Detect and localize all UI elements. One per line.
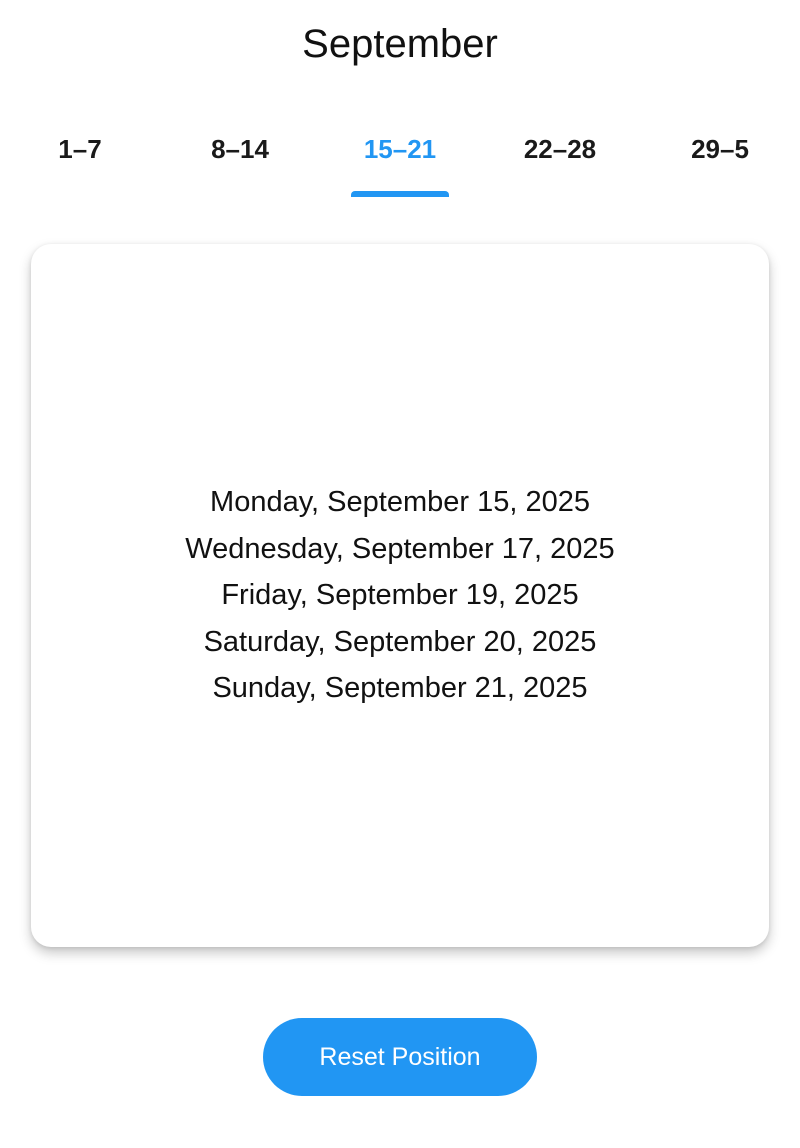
tab-label: 1–7 [58, 134, 102, 164]
active-tab-indicator [351, 191, 449, 197]
tab-label: 8–14 [211, 134, 269, 164]
tab-week-1[interactable]: 1–7 [0, 120, 160, 198]
tab-week-4[interactable]: 22–28 [480, 120, 640, 198]
reset-position-button[interactable]: Reset Position [263, 1018, 537, 1096]
date-item: Wednesday, September 17, 2025 [185, 532, 615, 565]
tab-label: 22–28 [523, 134, 597, 164]
date-item: Saturday, September 20, 2025 [203, 625, 597, 658]
tab-week-5[interactable]: 29–5 [640, 120, 800, 198]
week-tab-bar: 1–7 8–14 15–21 22–28 29–5 [0, 120, 800, 198]
date-item: Sunday, September 21, 2025 [212, 672, 588, 705]
dates-card[interactable]: Monday, September 15, 2025 Wednesday, Se… [31, 244, 769, 947]
tab-label: 15–21 [363, 134, 437, 164]
tab-week-3[interactable]: 15–21 [320, 120, 480, 198]
date-item: Monday, September 15, 2025 [210, 486, 590, 519]
tab-week-2[interactable]: 8–14 [160, 120, 320, 198]
date-item: Friday, September 19, 2025 [221, 579, 579, 612]
month-title: September [302, 22, 498, 66]
tab-label: 29–5 [691, 134, 749, 164]
